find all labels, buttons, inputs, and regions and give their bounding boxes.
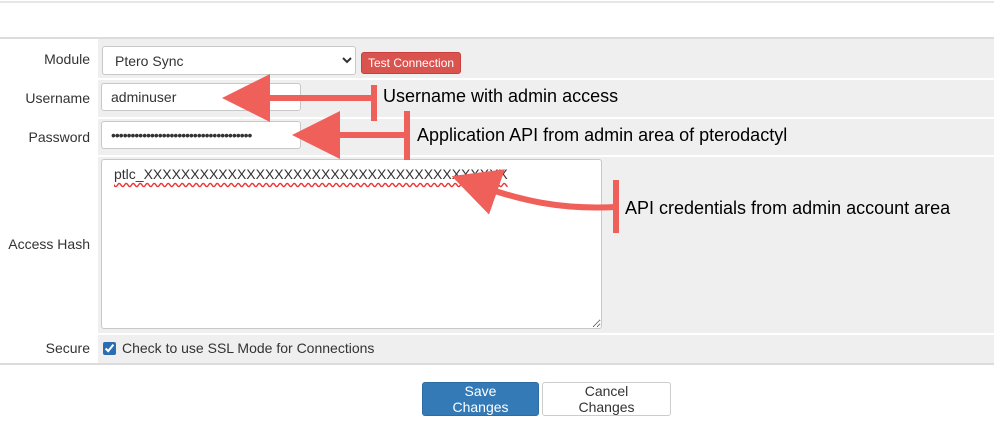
form-bottom-border (0, 363, 994, 365)
top-divider (0, 1, 994, 3)
access-hash-textarea[interactable]: ptlc_XXXXXXXXXXXXXXXXXXXXXXXXXXXXXXXXXXX… (101, 159, 602, 329)
hash-annotation: API credentials from admin account area (625, 198, 951, 218)
password-label: Password (28, 129, 90, 145)
username-annotation: Username with admin access (383, 86, 619, 106)
cancel-changes-button[interactable]: Cancel Changes (542, 382, 671, 416)
save-changes-button[interactable]: Save Changes (422, 382, 539, 416)
password-annotation: Application API from admin area of ptero… (417, 125, 788, 145)
secure-checkbox-label[interactable]: Check to use SSL Mode for Connections (122, 340, 374, 356)
secure-checkbox[interactable] (103, 342, 116, 355)
test-connection-button[interactable]: Test Connection (361, 52, 462, 74)
username-input[interactable] (101, 83, 301, 111)
access-hash-label: Access Hash (8, 236, 90, 252)
username-label: Username (25, 90, 90, 106)
secure-label: Secure (45, 340, 90, 356)
module-label: Module (44, 51, 90, 67)
password-input[interactable] (101, 121, 301, 149)
module-select[interactable]: Ptero Sync (102, 46, 356, 75)
